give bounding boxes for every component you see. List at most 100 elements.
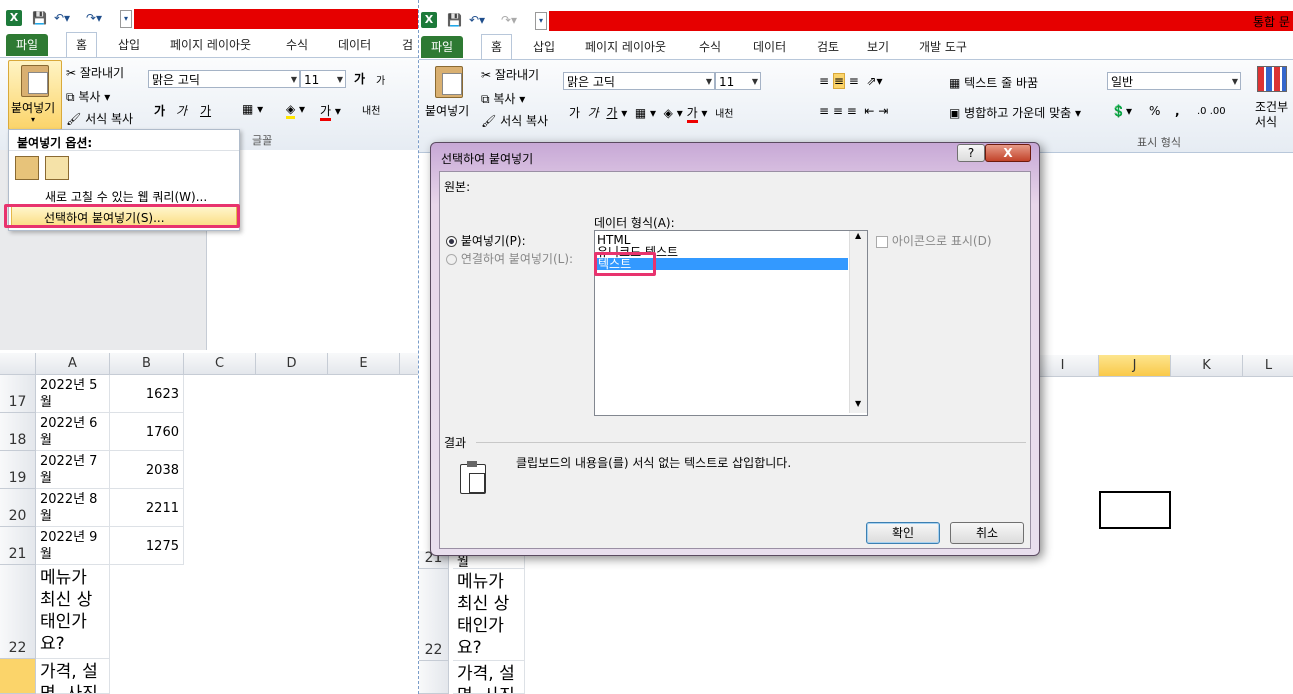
col-header-l[interactable]: L xyxy=(1243,355,1293,377)
close-button[interactable]: X xyxy=(985,144,1031,162)
paste-button[interactable]: 붙여넣기 xyxy=(423,62,475,130)
cell-a23[interactable]: 가격, 설명, 사진 xyxy=(453,661,525,694)
paste-button[interactable]: 붙여넣기 ▾ xyxy=(8,60,62,130)
tab-developer[interactable]: 개발 도구 xyxy=(919,36,967,58)
radio-paste[interactable]: 붙여넣기(P): xyxy=(446,232,526,249)
undo-icon[interactable]: ↶▾ xyxy=(469,12,485,28)
select-all-corner[interactable] xyxy=(0,353,36,375)
fill-color-button[interactable]: ◈ ▾ xyxy=(286,102,305,119)
cell-b21[interactable]: 1275 xyxy=(110,527,184,565)
format-painter-button[interactable]: 🖌 서식 복사 xyxy=(66,110,133,127)
web-query-menu-item[interactable]: 새로 고칠 수 있는 웹 쿼리(W)... xyxy=(45,188,207,205)
align-buttons-2[interactable]: ≡ ≡ ≡ ⇤ ⇥ xyxy=(819,104,888,118)
redo-icon[interactable]: ↷▾ xyxy=(86,10,102,26)
font-color-button[interactable]: 가 ▾ xyxy=(320,102,341,121)
col-header-e[interactable]: E xyxy=(328,353,400,375)
percent-button[interactable]: % xyxy=(1149,104,1160,118)
listbox-scrollbar[interactable]: ▲ ▼ xyxy=(849,231,867,413)
number-format-combo[interactable]: 일반 ▼ xyxy=(1107,72,1241,90)
excel-app-icon[interactable]: X xyxy=(421,12,437,28)
row-header[interactable]: 18 xyxy=(0,413,36,451)
cell-a17[interactable]: 2022년 5월 xyxy=(36,375,110,413)
selected-cell-j20[interactable] xyxy=(1099,491,1171,529)
col-header-d[interactable]: D xyxy=(256,353,328,375)
row-header[interactable]: 17 xyxy=(0,375,36,413)
cell-b18[interactable]: 1760 xyxy=(110,413,184,451)
font-size-combo[interactable]: 11 ▼ xyxy=(300,70,346,88)
tab-formulas[interactable]: 수식 xyxy=(699,36,721,58)
cell-a19[interactable]: 2022년 7월 xyxy=(36,451,110,489)
cut-button[interactable]: ✂ 잘라내기 xyxy=(481,66,539,83)
tab-file[interactable]: 파일 xyxy=(6,34,49,56)
excel-app-icon[interactable]: X xyxy=(6,10,22,26)
cell-b17[interactable]: 1623 xyxy=(110,375,184,413)
font-tools[interactable]: 가 가 가 ▾ ▦ ▾ ◈ ▾ 가 ▾ 내천 xyxy=(569,104,733,123)
tab-insert[interactable]: 삽입 xyxy=(118,34,140,56)
font-name-combo[interactable]: 맑은 고딕 ▼ xyxy=(563,72,715,90)
copy-button[interactable]: ⧉ 복사 ▾ xyxy=(66,88,110,105)
cancel-button[interactable]: 취소 xyxy=(950,522,1024,544)
grow-font-button[interactable]: 가 xyxy=(354,70,365,87)
display-as-icon-checkbox[interactable]: 아이콘으로 표시(D) xyxy=(876,232,992,249)
cell-a22[interactable]: 메뉴가 최신 상태인가요? xyxy=(36,565,110,659)
borders-button[interactable]: ▦ ▾ xyxy=(242,102,263,116)
wrap-text-button[interactable]: ▦ 텍스트 줄 바꿈 xyxy=(949,74,1038,91)
scroll-down-icon[interactable]: ▼ xyxy=(855,399,861,408)
redo-icon[interactable]: ↷▾ xyxy=(501,12,517,28)
cell-b20[interactable]: 2211 xyxy=(110,489,184,527)
shrink-font-button[interactable]: 가 xyxy=(376,72,385,87)
tab-page-layout[interactable]: 페이지 레이아웃 xyxy=(170,34,251,56)
cell-a18[interactable]: 2022년 6월 xyxy=(36,413,110,451)
cell-b19[interactable]: 2038 xyxy=(110,451,184,489)
conditional-format-icon[interactable] xyxy=(1257,66,1287,92)
tab-view[interactable]: 보기 xyxy=(867,36,889,58)
col-header-f[interactable] xyxy=(400,353,420,375)
col-header-k[interactable]: K xyxy=(1171,355,1243,377)
bold-button[interactable]: 가 xyxy=(154,102,165,119)
undo-icon[interactable]: ↶▾ xyxy=(54,10,70,26)
scroll-up-icon[interactable]: ▲ xyxy=(855,231,861,240)
cell-a23[interactable]: 가격, 설명, 사진 xyxy=(36,659,110,694)
row-header[interactable]: 22 xyxy=(0,565,36,659)
copy-button[interactable]: ⧉ 복사 ▾ xyxy=(481,90,525,107)
save-icon[interactable]: 💾 xyxy=(32,10,47,26)
underline-button[interactable]: 가 xyxy=(200,102,211,119)
col-header-c[interactable]: C xyxy=(184,353,256,375)
tab-home[interactable]: 홈 xyxy=(66,32,98,59)
font-name-combo[interactable]: 맑은 고딕 ▼ xyxy=(148,70,300,88)
tab-insert[interactable]: 삽입 xyxy=(533,36,555,58)
tab-data[interactable]: 데이터 xyxy=(338,34,371,56)
paste-format-icon[interactable] xyxy=(15,156,39,180)
cell-a20[interactable]: 2022년 8월 xyxy=(36,489,110,527)
comma-button[interactable]: , xyxy=(1175,104,1180,118)
cell-a22[interactable]: 메뉴가 최신 상태인가요? xyxy=(453,569,525,661)
tab-home[interactable]: 홈 xyxy=(481,34,513,61)
tab-page-layout[interactable]: 페이지 레이아웃 xyxy=(585,36,666,58)
row-header[interactable]: 20 xyxy=(0,489,36,527)
phonetic-button[interactable]: 내천 xyxy=(362,102,380,117)
row-header[interactable]: 21 xyxy=(0,527,36,565)
font-size-combo[interactable]: 11 ▼ xyxy=(715,72,761,90)
help-button[interactable]: ? xyxy=(957,144,985,162)
tab-formulas[interactable]: 수식 xyxy=(286,34,308,56)
row-header[interactable]: 19 xyxy=(0,451,36,489)
tab-review[interactable]: 검토 xyxy=(817,36,839,58)
accounting-button[interactable]: 💲▾ xyxy=(1111,104,1132,118)
merge-center-button[interactable]: ▣ 병합하고 가운데 맞춤 ▾ xyxy=(949,104,1081,121)
save-icon[interactable]: 💾 xyxy=(447,12,462,28)
decimal-buttons[interactable]: .0 .00 xyxy=(1197,106,1226,117)
col-header-a[interactable]: A xyxy=(36,353,110,375)
cut-button[interactable]: ✂ 잘라내기 xyxy=(66,64,124,81)
tab-data[interactable]: 데이터 xyxy=(753,36,786,58)
format-painter-button[interactable]: 🖌 서식 복사 xyxy=(481,112,548,129)
align-buttons[interactable]: ≡ ≡ ≡ ⇗▾ xyxy=(819,73,883,89)
customize-qat-icon[interactable]: ▾ xyxy=(120,10,132,28)
col-header-b[interactable]: B xyxy=(110,353,184,375)
paste-text-icon[interactable] xyxy=(45,156,69,180)
row-header[interactable]: 22 xyxy=(419,569,449,661)
row-header[interactable] xyxy=(0,659,36,694)
col-header-j[interactable]: J xyxy=(1099,355,1171,377)
radio-link[interactable]: 연결하여 붙여넣기(L): xyxy=(446,250,573,267)
customize-qat-icon[interactable]: ▾ xyxy=(535,12,547,30)
conditional-format-label[interactable]: 조건부 서식 xyxy=(1255,100,1293,130)
